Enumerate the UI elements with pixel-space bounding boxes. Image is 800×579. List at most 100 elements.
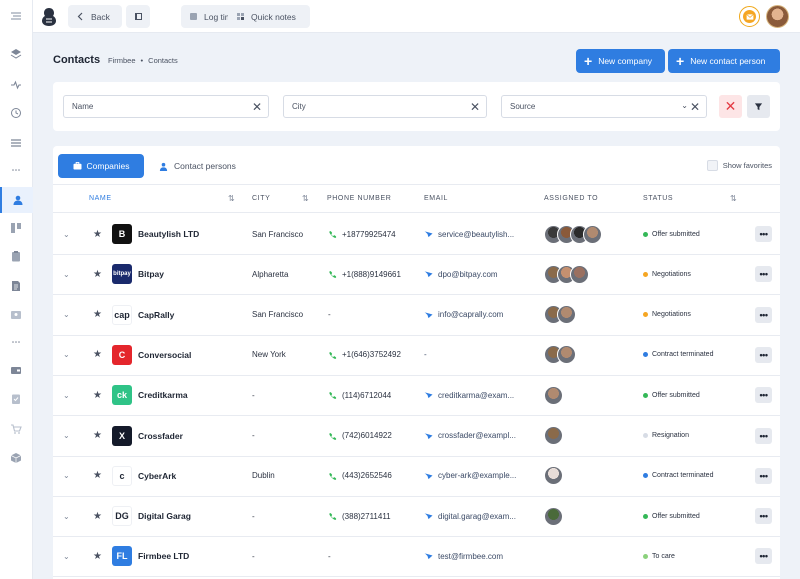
- email-address[interactable]: info@caprally.com: [438, 310, 503, 319]
- breadcrumb-item-firmbee[interactable]: Firmbee: [108, 56, 136, 65]
- email-address[interactable]: test@firmbee.com: [438, 552, 503, 561]
- show-favorites-toggle[interactable]: Show favorites: [706, 160, 772, 171]
- clear-filters-button[interactable]: ✕: [719, 95, 742, 118]
- expand-chevron-icon[interactable]: ⌄: [63, 536, 70, 576]
- table-row[interactable]: ⌄ ★ ck Creditkarma - (114)6712044 creditkarma@…: [53, 375, 780, 417]
- more-dots-icon-2[interactable]: [8, 334, 24, 350]
- expand-chevron-icon[interactable]: ⌄: [63, 496, 70, 536]
- favorite-star-icon[interactable]: ★: [93, 295, 102, 335]
- expand-chevron-icon[interactable]: ⌄: [63, 295, 70, 335]
- more-dots-icon[interactable]: [8, 162, 24, 178]
- favorite-star-icon[interactable]: ★: [93, 416, 102, 456]
- company-phone[interactable]: +1(646)3752492: [328, 335, 401, 375]
- favorites-checkbox[interactable]: [706, 160, 718, 171]
- city-filter-input[interactable]: City ✕: [283, 95, 487, 118]
- more-actions-button[interactable]: •••: [755, 226, 772, 242]
- favorite-star-icon[interactable]: ★: [93, 456, 102, 496]
- company-name[interactable]: Conversocial: [138, 335, 191, 375]
- cart-icon[interactable]: [8, 421, 24, 437]
- assignee-avatar[interactable]: [544, 426, 563, 445]
- sidebar-toggle-button[interactable]: [126, 5, 150, 28]
- mail-notification-button[interactable]: [739, 6, 760, 27]
- favorite-star-icon[interactable]: ★: [93, 335, 102, 375]
- phone-number[interactable]: (388)2711411: [342, 512, 391, 521]
- company-email[interactable]: crossfader@exampl...: [424, 416, 516, 456]
- company-name[interactable]: CapRally: [138, 295, 174, 335]
- clear-city-icon[interactable]: ✕: [470, 100, 480, 114]
- email-address[interactable]: crossfader@exampl...: [438, 431, 516, 440]
- expand-chevron-icon[interactable]: ⌄: [63, 456, 70, 496]
- company-email[interactable]: info@caprally.com: [424, 295, 503, 335]
- app-logo[interactable]: [40, 7, 58, 27]
- favorite-star-icon[interactable]: ★: [93, 496, 102, 536]
- clock-icon[interactable]: [8, 105, 24, 121]
- layers-icon[interactable]: [8, 46, 24, 62]
- company-email[interactable]: cyber-ark@example...: [424, 456, 516, 496]
- list-icon[interactable]: [8, 135, 24, 151]
- company-name[interactable]: Digital Garag: [138, 496, 191, 536]
- table-row[interactable]: ⌄ ★ C Conversocial New York +1(646)3752492 - Co…: [53, 335, 780, 376]
- favorite-star-icon[interactable]: ★: [93, 254, 102, 294]
- company-name[interactable]: CyberArk: [138, 456, 176, 496]
- expand-chevron-icon[interactable]: ⌄: [63, 416, 70, 456]
- phone-number[interactable]: (443)2652546: [342, 471, 392, 480]
- more-actions-button[interactable]: •••: [755, 427, 772, 444]
- source-filter-select[interactable]: Source ⌄ ✕: [501, 95, 707, 118]
- table-row[interactable]: ⌄ ★ bitpay Bitpay Alpharetta +1(888)9149661 dp…: [53, 254, 780, 296]
- company-phone[interactable]: (388)2711411: [328, 496, 391, 536]
- assignee-avatar[interactable]: [544, 466, 563, 486]
- sort-icon-status[interactable]: ⇅: [730, 194, 737, 203]
- company-name[interactable]: Crossfader: [138, 416, 183, 456]
- email-address[interactable]: digital.garag@exam...: [438, 512, 516, 521]
- table-row[interactable]: ⌄ ★ cap CapRally San Francisco - info@caprally…: [53, 295, 780, 336]
- tab-contact-persons[interactable]: Contact persons: [159, 154, 236, 178]
- company-email[interactable]: dpo@bitpay.com: [424, 254, 498, 294]
- tab-companies[interactable]: Companies: [58, 154, 144, 178]
- company-email[interactable]: service@beautylish...: [424, 214, 514, 254]
- favorite-star-icon[interactable]: ★: [93, 375, 102, 415]
- company-phone[interactable]: +1(888)9149661: [328, 254, 401, 294]
- email-address[interactable]: cyber-ark@example...: [438, 471, 516, 480]
- company-phone[interactable]: (742)6014922: [328, 416, 392, 456]
- expand-chevron-icon[interactable]: ⌄: [63, 335, 70, 375]
- favorite-star-icon[interactable]: ★: [93, 536, 102, 576]
- checklist-icon[interactable]: [8, 391, 24, 407]
- email-address[interactable]: creditkarma@exam...: [438, 391, 514, 400]
- activity-icon[interactable]: [8, 77, 24, 93]
- table-row[interactable]: ⌄ ★ c CyberArk Dublin (443)2652546 cyber-ark@e…: [53, 456, 780, 497]
- assignee-avatar[interactable]: [544, 506, 563, 526]
- box-icon[interactable]: [8, 450, 24, 466]
- assignee-avatar[interactable]: [544, 385, 563, 405]
- expand-chevron-icon[interactable]: ⌄: [63, 254, 70, 294]
- company-name[interactable]: Bitpay: [138, 254, 164, 294]
- sort-icon-city[interactable]: ⇅: [302, 194, 309, 203]
- contacts-person-icon[interactable]: [0, 187, 33, 213]
- assignee-avatar[interactable]: [583, 224, 602, 244]
- sort-icon-name[interactable]: ⇅: [228, 194, 235, 203]
- company-email[interactable]: test@firmbee.com: [424, 536, 503, 576]
- more-actions-button[interactable]: •••: [755, 346, 772, 363]
- wallet-icon[interactable]: [8, 362, 24, 378]
- hamburger-menu-icon[interactable]: [8, 8, 24, 24]
- filter-button[interactable]: [747, 95, 770, 118]
- table-row[interactable]: ⌄ ★ X Crossfader - (742)6014922 crossfader@exa…: [53, 416, 780, 457]
- more-actions-button[interactable]: •••: [755, 387, 772, 404]
- phone-number[interactable]: +18779925474: [342, 230, 396, 239]
- clear-name-icon[interactable]: ✕: [252, 100, 262, 114]
- more-actions-button[interactable]: •••: [755, 467, 772, 484]
- table-row[interactable]: ⌄ ★ FL Firmbee LTD - - test@firmbee.com To care…: [53, 536, 780, 578]
- email-address[interactable]: service@beautylish...: [438, 230, 514, 239]
- more-actions-button[interactable]: •••: [755, 306, 772, 323]
- phone-number[interactable]: (114)6712044: [342, 391, 391, 400]
- kanban-icon[interactable]: [8, 220, 24, 236]
- company-phone[interactable]: (443)2652546: [328, 456, 392, 496]
- assignee-avatar[interactable]: [557, 305, 576, 325]
- company-email[interactable]: creditkarma@exam...: [424, 375, 514, 415]
- company-phone[interactable]: (114)6712044: [328, 375, 391, 415]
- quick-notes-button[interactable]: Quick notes: [228, 5, 310, 28]
- more-actions-button[interactable]: •••: [755, 266, 772, 283]
- new-company-button[interactable]: + New company: [576, 49, 665, 73]
- profile-card-icon[interactable]: [8, 307, 24, 323]
- assignee-avatar[interactable]: [570, 264, 589, 284]
- clipboard-icon[interactable]: [8, 248, 24, 264]
